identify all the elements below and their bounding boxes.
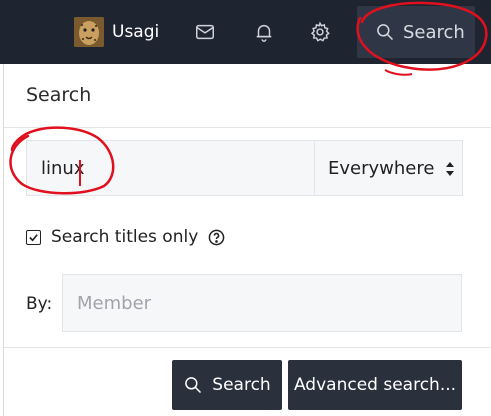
titles-only-option[interactable]: Search titles only	[26, 226, 225, 248]
search-icon	[377, 24, 394, 41]
checkmark-icon	[29, 233, 38, 241]
advanced-search-label: Advanced search...	[293, 375, 457, 395]
member-input[interactable]	[62, 274, 462, 332]
search-scope-select[interactable]: Everywhere	[314, 140, 463, 196]
search-submit-button[interactable]: Search	[172, 360, 282, 410]
navbar-search-button[interactable]: Search	[357, 6, 475, 58]
search-icon	[185, 377, 202, 394]
titles-only-checkbox[interactable]	[26, 229, 41, 245]
search-dropdown-panel: Search Everywhere Search titles only By:	[3, 64, 491, 416]
username: Usagi	[112, 22, 160, 42]
panel-title: Search	[26, 84, 92, 106]
help-icon[interactable]	[208, 229, 225, 246]
navbar-search-label: Search	[403, 21, 465, 43]
search-scope-value: Everywhere	[328, 157, 435, 179]
top-navbar: Usagi Search	[0, 0, 491, 64]
select-arrows-icon	[446, 162, 454, 176]
divider	[4, 127, 491, 128]
avatar	[74, 17, 104, 47]
bell-icon[interactable]	[252, 20, 276, 44]
cheetah-avatar-icon	[74, 17, 104, 47]
search-submit-label: Search	[212, 375, 271, 395]
user-menu[interactable]: Usagi	[74, 17, 159, 47]
gear-icon[interactable]	[308, 20, 332, 44]
by-label: By:	[26, 294, 53, 314]
divider	[4, 347, 491, 348]
titles-only-label: Search titles only	[51, 227, 199, 247]
inbox-icon[interactable]	[193, 20, 217, 44]
search-query-input[interactable]	[26, 140, 316, 196]
advanced-search-button[interactable]: Advanced search...	[288, 360, 462, 410]
